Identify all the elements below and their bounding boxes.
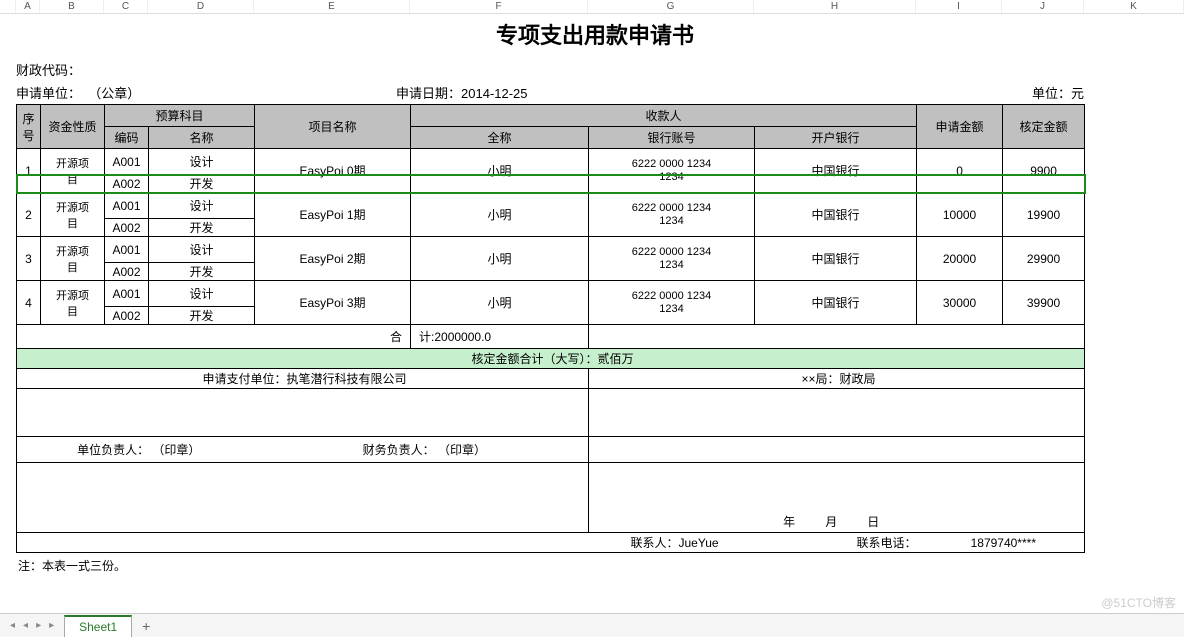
contact-row: 联系人：JueYue 联系电话： 1879740**** bbox=[17, 533, 1085, 553]
pay-unit-row: 申请支付单位：执笔潜行科技有限公司 ××局：财政局 bbox=[17, 369, 1085, 389]
table-row[interactable]: 3开源项目A001设计EasyPoi 2期小明6222 0000 1234123… bbox=[17, 237, 1085, 263]
apply-date: 申请日期：2014-12-25 bbox=[396, 83, 956, 102]
header-row-1: 序号 资金性质 预算科目 项目名称 收款人 申请金额 核定金额 bbox=[17, 105, 1085, 127]
date-row: 年 月 日 bbox=[17, 511, 1085, 533]
capital-row: 核定金额合计（大写）：贰佰万 bbox=[17, 349, 1085, 369]
tab-prev-icon[interactable]: ◂ bbox=[19, 620, 32, 631]
tab-first-icon[interactable]: ◂ bbox=[6, 620, 19, 631]
blank-row-2 bbox=[17, 463, 1085, 511]
apply-unit: 申请单位： （公章） bbox=[16, 83, 396, 102]
column-headers: A B C D E F G H I J K bbox=[0, 0, 1184, 14]
watermark: @51CTO博客 bbox=[1101, 594, 1176, 611]
add-sheet-icon[interactable]: + bbox=[132, 618, 160, 634]
table-row[interactable]: 4开源项目A001设计EasyPoi 3期小明6222 0000 1234123… bbox=[17, 281, 1085, 307]
fiscal-code-label: 财政代码： bbox=[16, 60, 396, 79]
tab-last-icon[interactable]: ▸ bbox=[45, 620, 58, 631]
table-row[interactable]: 2开源项目A001设计EasyPoi 1期小明6222 0000 1234123… bbox=[17, 193, 1085, 219]
note: 注：本表一式三份。 bbox=[16, 553, 1174, 574]
total-row: 合 计:2000000.0 bbox=[17, 325, 1085, 349]
sheet-tab[interactable]: Sheet1 bbox=[64, 615, 132, 637]
tab-next-icon[interactable]: ▸ bbox=[32, 620, 45, 631]
sign-row: 单位负责人： （印章） 财务负责人： （印章） bbox=[17, 437, 1085, 463]
main-table[interactable]: 序号 资金性质 预算科目 项目名称 收款人 申请金额 核定金额 编码 名称 全称… bbox=[16, 104, 1085, 553]
sheet-tabs: ◂ ◂ ▸ ▸ Sheet1 + bbox=[0, 613, 1184, 637]
unit: 单位：元 bbox=[956, 83, 1174, 102]
document-title: 专项支出用款申请书 bbox=[16, 14, 1174, 58]
spreadsheet-content: 专项支出用款申请书 财政代码： 申请单位： （公章） 申请日期：2014-12-… bbox=[16, 14, 1174, 574]
blank-row bbox=[17, 389, 1085, 437]
table-row[interactable]: 1开源项目A001设计EasyPoi 0期小明6222 0000 1234123… bbox=[17, 149, 1085, 175]
